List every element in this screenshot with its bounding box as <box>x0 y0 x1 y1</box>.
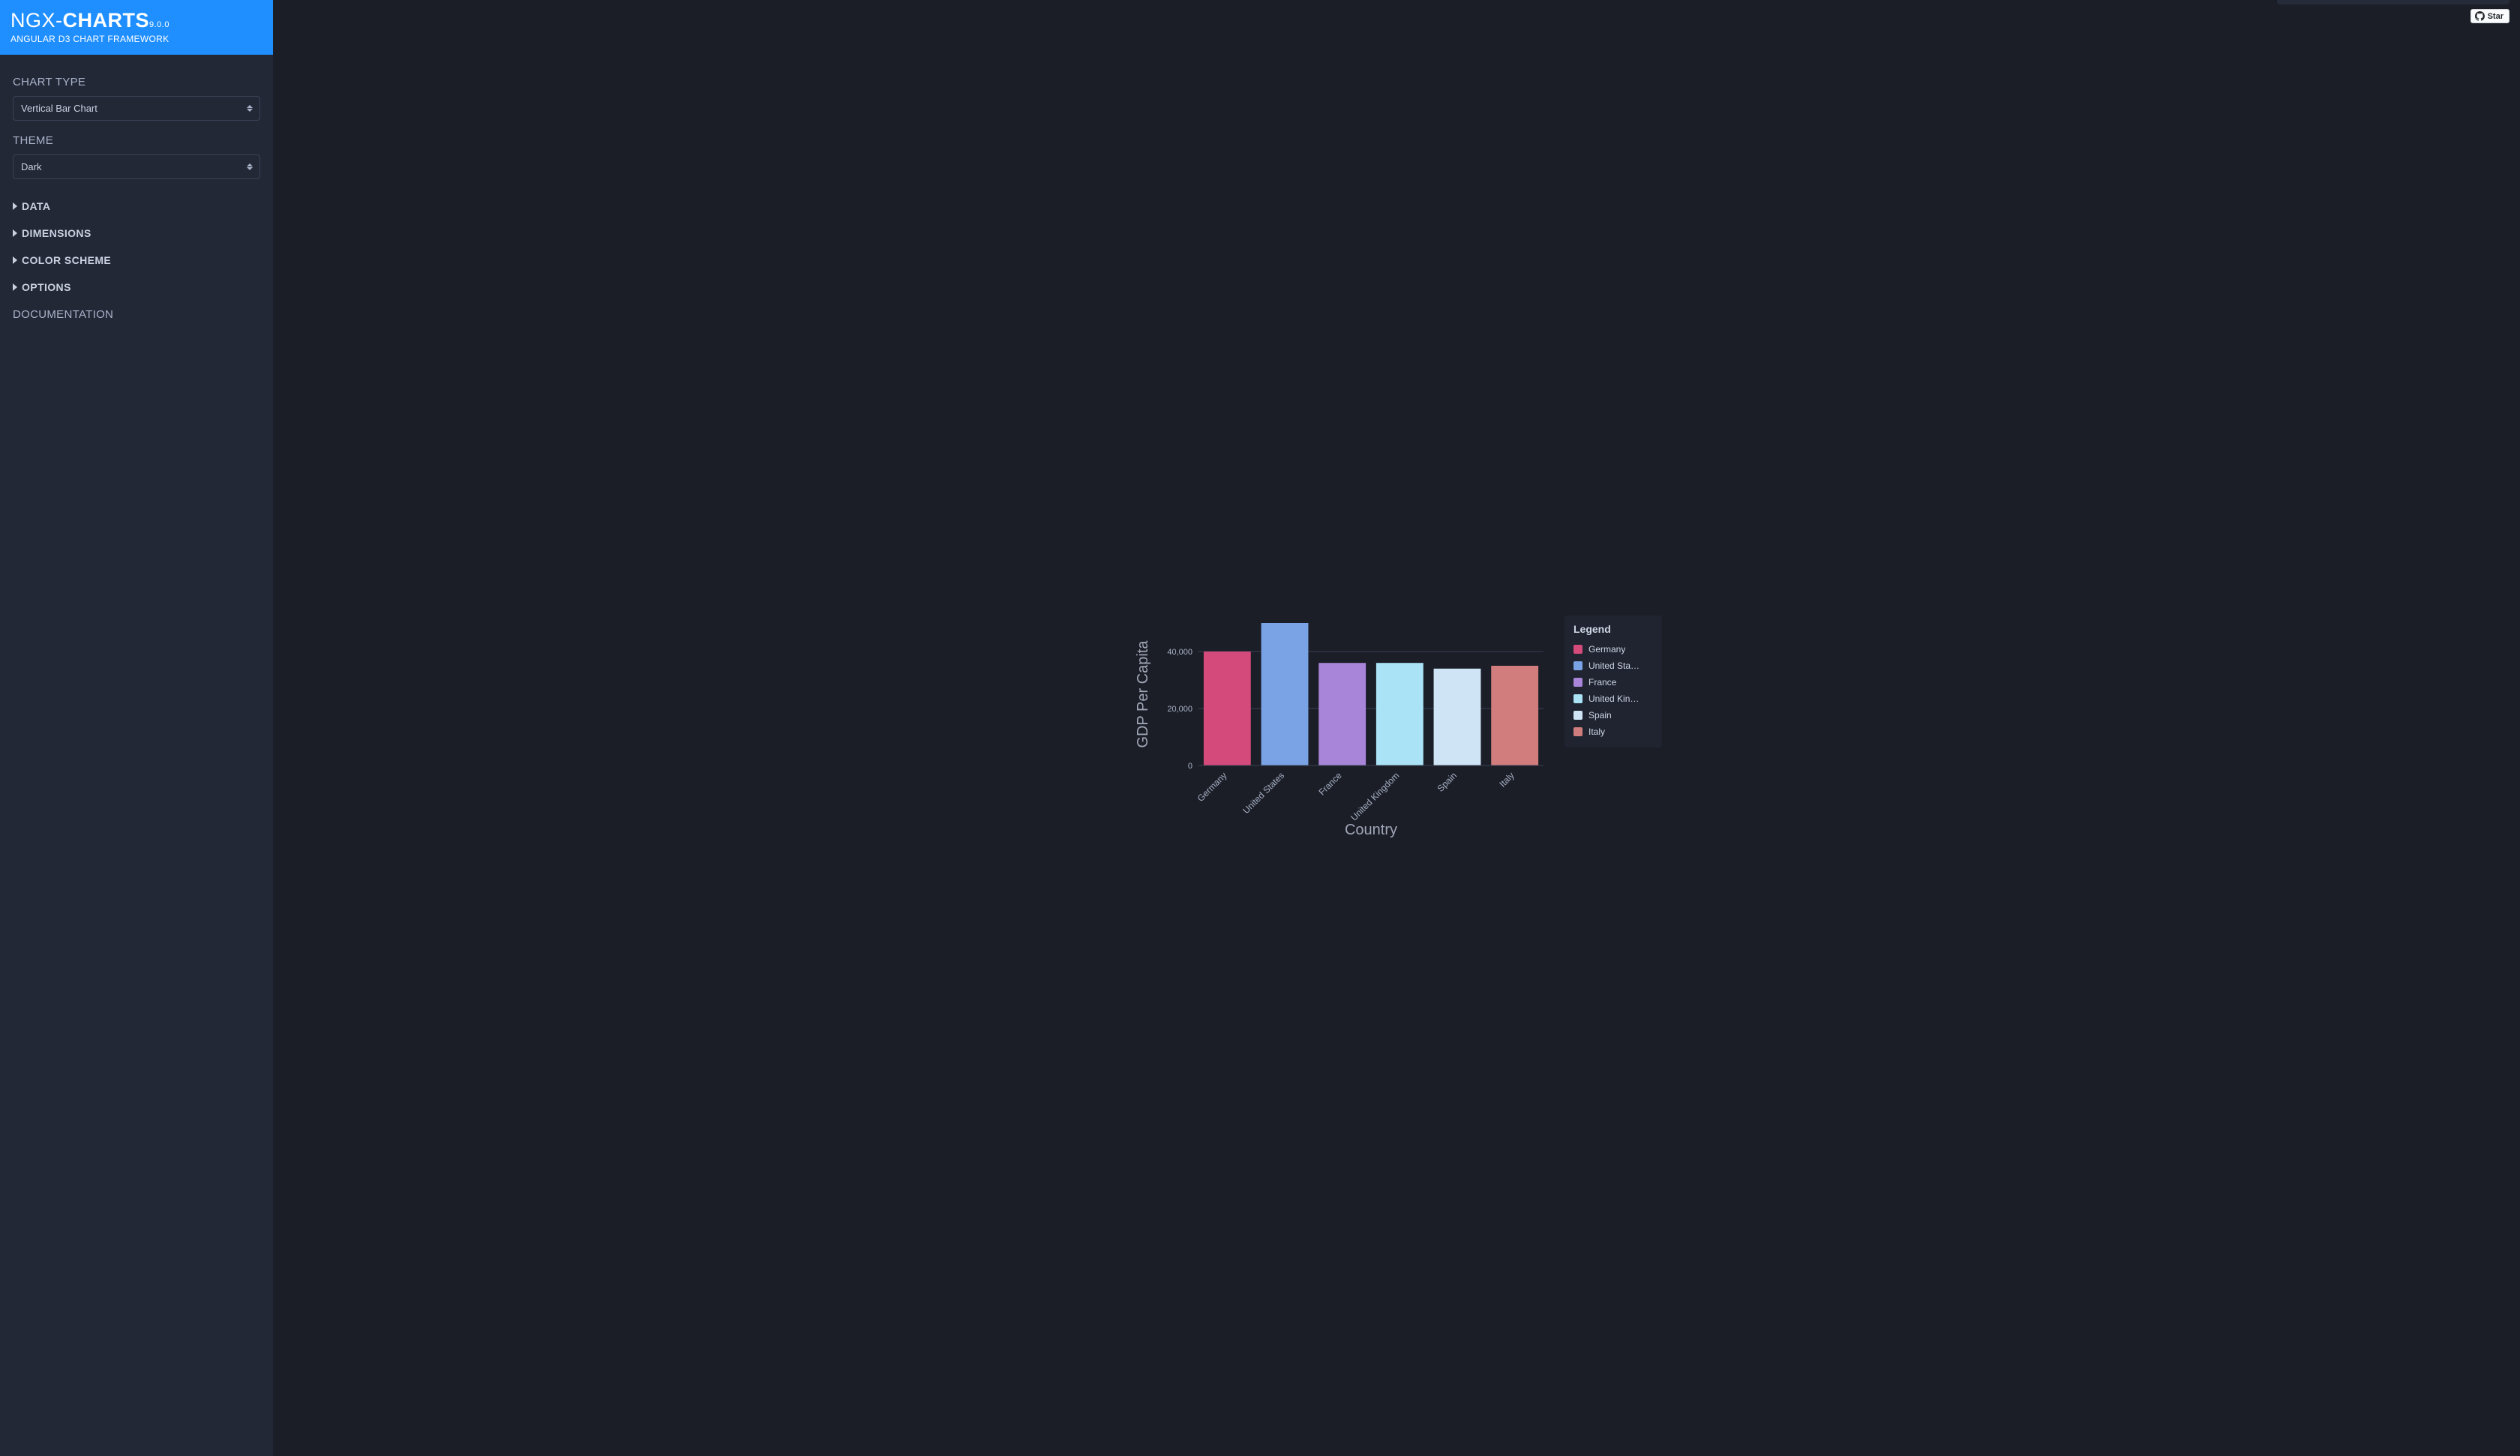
y-tick-label: 0 <box>1188 762 1192 771</box>
brand-version: 9.0.0 <box>149 20 170 29</box>
main: Star 020,00040,000GermanyUnited StatesFr… <box>273 0 2520 1456</box>
accordion-dimensions[interactable]: DIMENSIONS <box>13 220 260 247</box>
chart-zone: 020,00040,000GermanyUnited StatesFranceU… <box>273 0 2520 1456</box>
x-tick-label: Italy <box>1497 770 1516 789</box>
documentation-link[interactable]: DOCUMENTATION <box>13 301 260 328</box>
x-tick-label: France <box>1316 770 1344 798</box>
legend-label: France <box>1588 677 1616 688</box>
theme-select[interactable]: Dark <box>13 154 260 179</box>
caret-right-icon <box>13 283 17 291</box>
theme-select-wrap: Dark <box>13 154 260 179</box>
accordion-label: DIMENSIONS <box>22 227 92 239</box>
legend-label: Germany <box>1588 644 1625 655</box>
legend-item[interactable]: United Sta… <box>1574 658 1653 674</box>
legend-item[interactable]: United Kin… <box>1574 691 1653 707</box>
legend-item[interactable]: Italy <box>1574 724 1653 740</box>
legend-swatch <box>1574 678 1582 687</box>
legend-swatch <box>1574 645 1582 654</box>
legend-label: Spain <box>1588 710 1612 721</box>
x-tick-label: United States <box>1240 770 1286 816</box>
bar[interactable] <box>1491 666 1538 765</box>
legend: Legend Germany United Sta… France United Ki… <box>1564 616 1662 747</box>
legend-title: Legend <box>1574 623 1653 635</box>
bar[interactable] <box>1376 663 1424 765</box>
chart-wrap: 020,00040,000GermanyUnited StatesFranceU… <box>1131 616 1662 840</box>
legend-label: Italy <box>1588 727 1605 737</box>
bar[interactable] <box>1262 623 1309 765</box>
y-tick-label: 20,000 <box>1167 705 1192 714</box>
brand-subtitle: ANGULAR D3 CHART FRAMEWORK <box>10 34 261 44</box>
accordion-options[interactable]: OPTIONS <box>13 274 260 301</box>
accordion-label: OPTIONS <box>22 281 71 293</box>
chart-type-select[interactable]: Vertical Bar Chart <box>13 96 260 121</box>
sidebar-body: CHART TYPE Vertical Bar Chart THEME Dark… <box>0 55 273 328</box>
accordion-label: DATA <box>22 200 50 212</box>
legend-swatch <box>1574 661 1582 670</box>
chart-svg-box: 0 20,000 40,000 Germany United States FranceU… <box>1131 616 1551 840</box>
app-root: NGX-CHARTS9.0.0 ANGULAR D3 CHART FRAMEWO… <box>0 0 2520 1456</box>
accordion-data[interactable]: DATA <box>13 193 260 220</box>
caret-right-icon <box>13 229 17 237</box>
chart-type-label: CHART TYPE <box>13 76 260 88</box>
legend-label: United Sta… <box>1588 661 1640 671</box>
bar[interactable] <box>1204 652 1251 765</box>
accordion-color-scheme[interactable]: COLOR SCHEME <box>13 247 260 274</box>
y-tick-label: 40,000 <box>1167 648 1192 657</box>
legend-items: Germany United Sta… France United Kin… Spain… <box>1574 641 1653 740</box>
y-axis-title: GDP Per Capita <box>1135 640 1151 748</box>
legend-swatch <box>1574 711 1582 720</box>
x-axis-title: Country <box>1345 822 1397 838</box>
sidebar: NGX-CHARTS9.0.0 ANGULAR D3 CHART FRAMEWO… <box>0 0 273 1456</box>
x-tick-label: Spain <box>1436 770 1460 794</box>
legend-swatch <box>1574 727 1582 736</box>
legend-item[interactable]: Germany <box>1574 641 1653 658</box>
theme-label: THEME <box>13 134 260 147</box>
x-tick-label: United Kingdom <box>1348 770 1401 822</box>
legend-item[interactable]: France <box>1574 674 1653 691</box>
bar[interactable] <box>1318 663 1366 765</box>
accordion-label: COLOR SCHEME <box>22 254 111 266</box>
x-tick-label: Germany <box>1196 770 1229 804</box>
caret-right-icon <box>13 202 17 210</box>
legend-item[interactable]: Spain <box>1574 707 1653 724</box>
bar[interactable] <box>1434 669 1481 765</box>
legend-swatch <box>1574 694 1582 703</box>
chart-type-select-wrap: Vertical Bar Chart <box>13 96 260 121</box>
legend-label: United Kin… <box>1588 694 1639 704</box>
brand-prefix: NGX- <box>10 9 63 31</box>
brand-name: CHARTS <box>63 9 150 31</box>
bar-chart: 0 20,000 40,000 Germany United States FranceU… <box>1131 616 1551 840</box>
brand-header: NGX-CHARTS9.0.0 ANGULAR D3 CHART FRAMEWO… <box>0 0 273 55</box>
brand-title: NGX-CHARTS9.0.0 <box>10 9 261 32</box>
caret-right-icon <box>13 256 17 264</box>
